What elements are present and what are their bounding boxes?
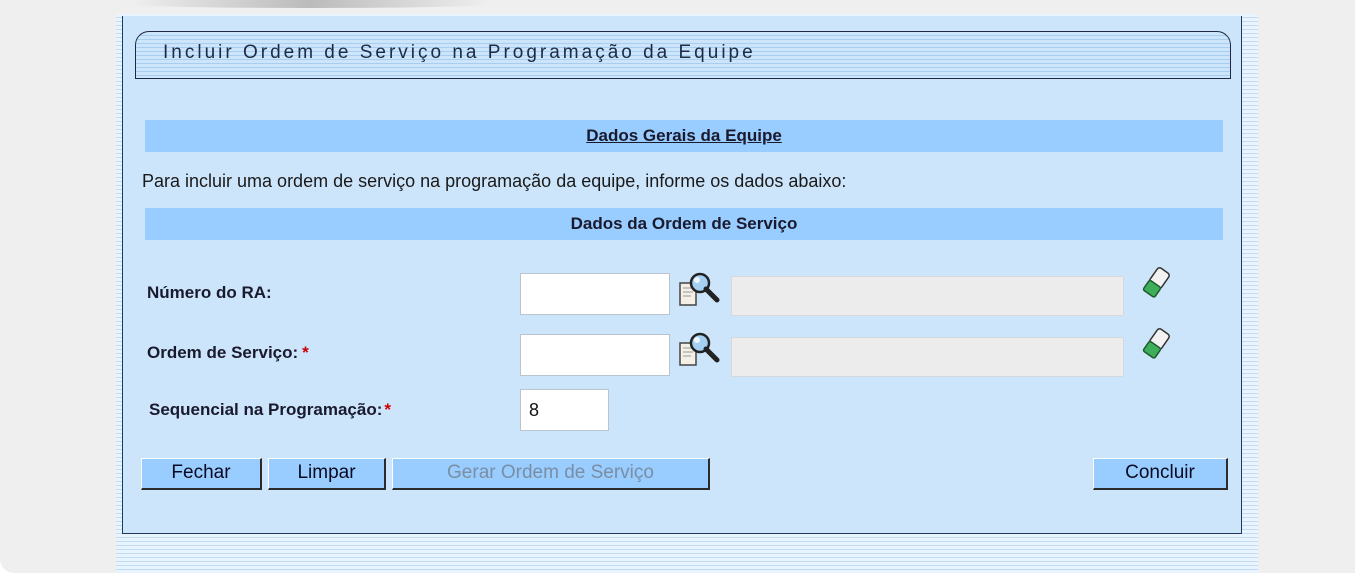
ordem-servico-description <box>731 337 1124 377</box>
numero-ra-label: Número do RA: <box>147 283 272 302</box>
concluir-button[interactable]: Concluir <box>1093 458 1228 490</box>
numero-ra-search-icon[interactable] <box>677 271 723 311</box>
required-marker: * <box>302 343 309 362</box>
limpar-button[interactable]: Limpar <box>268 458 386 490</box>
ordem-servico-input[interactable] <box>520 334 670 376</box>
sequencial-input[interactable] <box>520 389 609 431</box>
numero-ra-description <box>731 276 1124 316</box>
ordem-servico-label: Ordem de Serviço: * <box>147 343 309 362</box>
instruction-text: Para incluir uma ordem de serviço na pro… <box>142 171 847 191</box>
numero-ra-input[interactable] <box>520 273 670 315</box>
fechar-button[interactable]: Fechar <box>141 458 262 490</box>
section-header-order: Dados da Ordem de Serviço <box>145 208 1223 240</box>
ordem-servico-eraser-icon[interactable] <box>1142 327 1170 361</box>
section-general-link[interactable]: Dados Gerais da Equipe <box>586 126 782 145</box>
required-marker: * <box>384 400 391 419</box>
section-header-general: Dados Gerais da Equipe <box>145 120 1223 152</box>
numero-ra-eraser-icon[interactable] <box>1142 266 1170 300</box>
sequencial-label: Sequencial na Programação: * <box>149 400 391 419</box>
panel-top-shadow <box>130 0 490 8</box>
gerar-ordem-servico-button[interactable]: Gerar Ordem de Serviço <box>392 458 710 490</box>
ordem-servico-search-icon[interactable] <box>677 331 723 371</box>
page-title: Incluir Ordem de Serviço na Programação … <box>163 42 756 63</box>
